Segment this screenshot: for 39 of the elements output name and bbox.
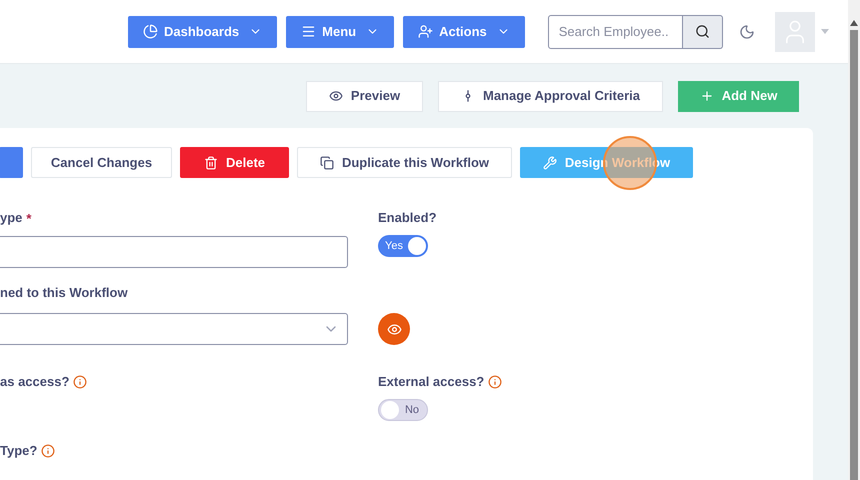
nav-button[interactable]: Menu [286,16,394,48]
toolbar-button[interactable]: Manage Approval Criteria [438,80,663,112]
nav-button[interactable]: Dashboards [128,16,278,48]
toggle-switch[interactable]: No [378,399,428,421]
field-label: Type? [0,442,38,460]
view-button[interactable] [378,313,410,345]
action-button[interactable]: Cancel Changes [31,147,172,178]
moon-icon[interactable] [738,24,755,40]
eye-icon [328,89,343,103]
toggle-switch[interactable]: Yes [378,235,428,257]
copy-icon [320,156,334,170]
field-label: as access? [0,373,70,392]
trash-icon [204,156,218,170]
add-user-icon [418,24,434,39]
field-label: ype [0,209,22,228]
action-button[interactable]: Duplicate this Workflow [297,147,512,178]
toolbar-button[interactable]: Add New [678,80,799,112]
info-icon[interactable] [73,375,88,389]
plus-icon [700,89,714,103]
info-icon[interactable] [488,375,502,389]
scrollbar[interactable] [848,0,860,480]
select-field[interactable] [0,313,348,345]
eye-icon [386,322,402,336]
scroll-up-arrow-icon[interactable] [850,20,858,26]
field-label: Enabled? [378,209,437,228]
required-mark: * [26,212,32,224]
search-button[interactable] [682,14,723,48]
text-field[interactable] [0,236,348,268]
toolbar-button[interactable]: Preview [306,80,423,112]
field-label: ned to this Workflow [0,284,128,302]
pie-chart-icon [143,24,158,39]
field-label: External access? [378,373,484,392]
search-field[interactable]: Search Employee.. [548,14,683,48]
menu-icon [301,24,316,39]
search-icon [694,24,710,39]
info-icon[interactable] [41,444,56,458]
nav-button[interactable]: Actions [403,16,525,48]
action-button[interactable]: Delete [180,147,289,178]
wrench-icon [542,156,557,170]
